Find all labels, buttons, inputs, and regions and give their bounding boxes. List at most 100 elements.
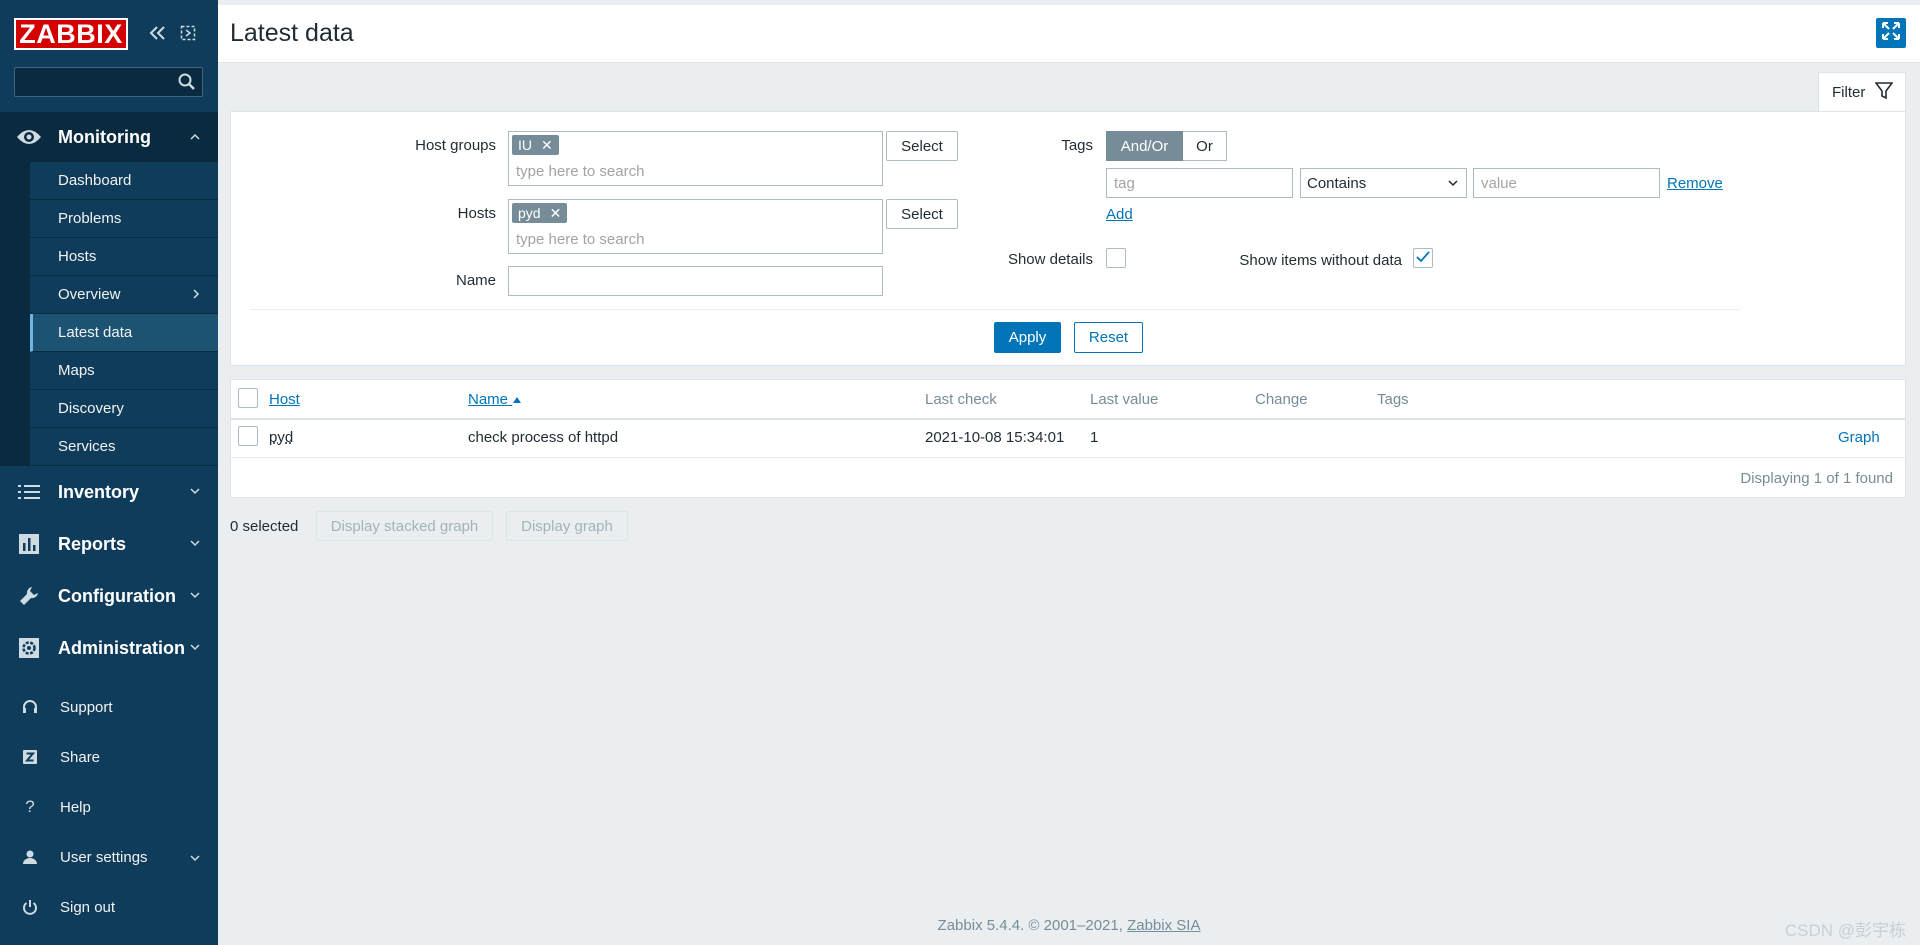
hosts-search-input[interactable]: type here to search — [516, 231, 644, 248]
row-checkbox[interactable] — [238, 426, 258, 446]
menu-configuration[interactable]: Configuration — [0, 570, 218, 622]
sort-ascending-icon — [512, 391, 522, 408]
display-stacked-graph-button[interactable]: Display stacked graph — [316, 511, 493, 541]
show-without-data-label: Show items without data — [1239, 252, 1402, 269]
sidebar-item-label: Latest data — [58, 324, 133, 341]
tag-mode-andor-button[interactable]: And/Or — [1106, 131, 1183, 161]
menu-reports-label: Reports — [58, 533, 127, 554]
column-header-name[interactable]: Name — [468, 391, 522, 408]
tag-mode-toggle: And/Or Or — [1106, 131, 1227, 161]
host-groups-label: Host groups — [415, 137, 496, 154]
sidebar-item-label: Problems — [58, 210, 122, 227]
chevron-down-icon — [190, 850, 200, 865]
bottom-menu: Support Share ? Help User settings Sign … — [0, 682, 218, 932]
power-icon — [20, 899, 40, 915]
chip-label: pyd — [518, 205, 541, 221]
tag-name-input[interactable]: tag — [1106, 168, 1293, 198]
menu-user-settings[interactable]: User settings — [0, 832, 218, 882]
row-host-link[interactable]: pyd — [269, 429, 293, 446]
bar-chart-icon — [16, 531, 42, 557]
menu-share[interactable]: Share — [0, 732, 218, 782]
tag-value-input[interactable]: value — [1473, 168, 1660, 198]
tag-operator-value: Contains — [1307, 174, 1367, 192]
chevron-down-icon — [190, 639, 200, 654]
show-without-data-checkbox[interactable] — [1413, 248, 1433, 268]
show-details-checkbox[interactable] — [1106, 248, 1126, 268]
select-all-checkbox[interactable] — [238, 388, 258, 408]
menu-configuration-label: Configuration — [58, 585, 176, 606]
filter-tab[interactable]: Filter — [1818, 72, 1906, 112]
name-input[interactable] — [508, 266, 883, 296]
sidebar-item-label: Services — [58, 438, 116, 455]
column-header-change: Change — [1255, 391, 1308, 408]
tag-remove-link[interactable]: Remove — [1667, 175, 1723, 192]
chevron-up-icon — [190, 129, 200, 144]
sidebar-item-problems[interactable]: Problems — [30, 200, 218, 238]
hosts-select-button[interactable]: Select — [886, 199, 958, 229]
hosts-multiselect[interactable]: pyd ✕ type here to search — [508, 199, 883, 254]
sidebar-item-label: Hosts — [58, 248, 97, 265]
filter-tab-label: Filter — [1832, 84, 1866, 101]
sidebar-item-overview[interactable]: Overview — [30, 276, 218, 314]
display-graph-button[interactable]: Display graph — [506, 511, 628, 541]
host-groups-select-button[interactable]: Select — [886, 131, 958, 161]
chevron-down-icon — [190, 535, 200, 550]
row-last-value: 1 — [1090, 429, 1099, 446]
tag-operator-select[interactable]: Contains — [1300, 168, 1467, 198]
menu-support[interactable]: Support — [0, 682, 218, 732]
remove-chip-icon[interactable]: ✕ — [550, 205, 562, 222]
tag-add-link[interactable]: Add — [1106, 206, 1133, 223]
remove-chip-icon[interactable]: ✕ — [541, 137, 553, 154]
table-pagination-info: Displaying 1 of 1 found — [1740, 470, 1893, 487]
header-divider — [231, 418, 1905, 420]
menu-user-settings-label: User settings — [60, 848, 148, 866]
search-icon[interactable] — [178, 73, 196, 95]
sidebar-item-latest-data[interactable]: Latest data — [30, 314, 218, 352]
menu-administration[interactable]: Administration — [0, 622, 218, 674]
monitoring-submenu: Dashboard Problems Hosts Overview Latest… — [0, 162, 218, 466]
column-header-last-value: Last value — [1090, 391, 1159, 408]
column-header-host[interactable]: Host — [269, 391, 300, 408]
menu-reports[interactable]: Reports — [0, 518, 218, 570]
page-header: Latest data — [218, 0, 1920, 63]
kiosk-mode-button[interactable] — [1876, 18, 1906, 48]
menu-inventory[interactable]: Inventory — [0, 466, 218, 518]
chip-label: IU — [518, 137, 532, 153]
latest-data-table: Host Name Last check Last value Change T… — [230, 379, 1906, 498]
sidebar-search-input[interactable] — [14, 67, 203, 97]
fullscreen-icon — [1881, 21, 1901, 45]
menu-monitoring[interactable]: Monitoring — [0, 112, 218, 162]
apply-button[interactable]: Apply — [994, 322, 1061, 353]
main-menu: Monitoring Dashboard Problems Hosts Over… — [0, 112, 218, 674]
name-label: Name — [455, 272, 496, 289]
host-groups-search-input[interactable]: type here to search — [516, 163, 644, 180]
page-footer: Zabbix 5.4.4. © 2001–2021, Zabbix SIA — [218, 917, 1920, 934]
reset-button[interactable]: Reset — [1074, 322, 1143, 353]
chevron-right-icon — [192, 287, 200, 302]
watermark: CSDN @彭宇栋 — [1784, 921, 1906, 940]
wrench-icon — [16, 583, 42, 609]
menu-sign-out[interactable]: Sign out — [0, 882, 218, 932]
hosts-label: Hosts — [457, 205, 496, 222]
footer-link[interactable]: Zabbix SIA — [1127, 917, 1200, 934]
row-graph-link[interactable]: Graph — [1838, 429, 1880, 446]
sidebar-item-discovery[interactable]: Discovery — [30, 390, 218, 428]
autohide-sidebar-icon[interactable] — [178, 22, 198, 44]
filter-icon — [1874, 81, 1894, 104]
tag-mode-or-button[interactable]: Or — [1183, 131, 1227, 161]
sidebar-item-hosts[interactable]: Hosts — [30, 238, 218, 276]
sidebar-item-label: Dashboard — [58, 172, 132, 189]
column-header-tags: Tags — [1377, 391, 1409, 408]
sidebar-item-dashboard[interactable]: Dashboard — [30, 162, 218, 200]
collapse-sidebar-icon[interactable] — [148, 22, 168, 44]
selected-count: 0 selected — [230, 518, 299, 535]
filter-separator — [250, 309, 1740, 310]
menu-sign-out-label: Sign out — [60, 898, 116, 916]
menu-inventory-label: Inventory — [58, 481, 140, 502]
host-groups-multiselect[interactable]: IU ✕ type here to search — [508, 131, 883, 186]
menu-help[interactable]: ? Help — [0, 782, 218, 832]
tags-label: Tags — [1061, 137, 1093, 154]
sidebar-item-services[interactable]: Services — [30, 428, 218, 466]
sidebar-item-maps[interactable]: Maps — [30, 352, 218, 390]
zabbix-logo[interactable]: ZABBIX — [14, 18, 128, 50]
